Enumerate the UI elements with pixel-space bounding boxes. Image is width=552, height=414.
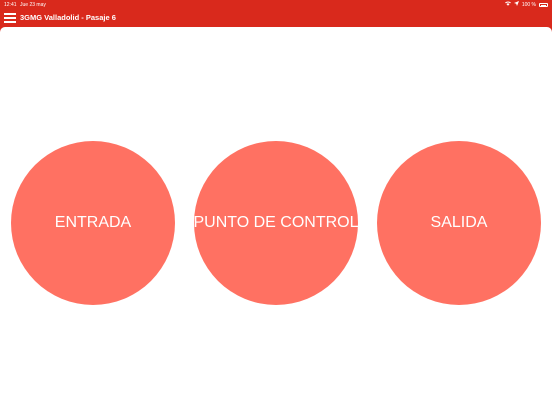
app-screen: 12:41 Jue 23 may 100 % 3GMG Valladolid -… (0, 0, 552, 414)
entrada-button[interactable]: ENTRADA (11, 141, 175, 305)
battery-percent: 100 % (521, 2, 536, 8)
salida-button[interactable]: SALIDA (377, 141, 541, 305)
location-arrow-icon (513, 0, 519, 10)
hamburger-menu-icon[interactable] (4, 13, 16, 23)
salida-button-label: SALIDA (430, 214, 488, 231)
main-content: ENTRADA PUNTO DE CONTROL SALIDA (0, 27, 552, 414)
battery-icon (539, 3, 548, 7)
punto-de-control-button-label: PUNTO DE CONTROL (193, 214, 359, 231)
status-indicators: 100 % (504, 0, 548, 10)
status-time: 12:41 (4, 2, 17, 8)
status-bar: 12:41 Jue 23 may 100 % (0, 0, 552, 10)
nav-bar: 3GMG Valladolid - Pasaje 6 (0, 10, 552, 26)
punto-de-control-button[interactable]: PUNTO DE CONTROL (193, 141, 359, 305)
status-date: Jue 23 may (20, 2, 46, 8)
wifi-icon (504, 0, 511, 10)
page-title: 3GMG Valladolid - Pasaje 6 (20, 13, 116, 22)
entrada-button-label: ENTRADA (54, 214, 132, 231)
